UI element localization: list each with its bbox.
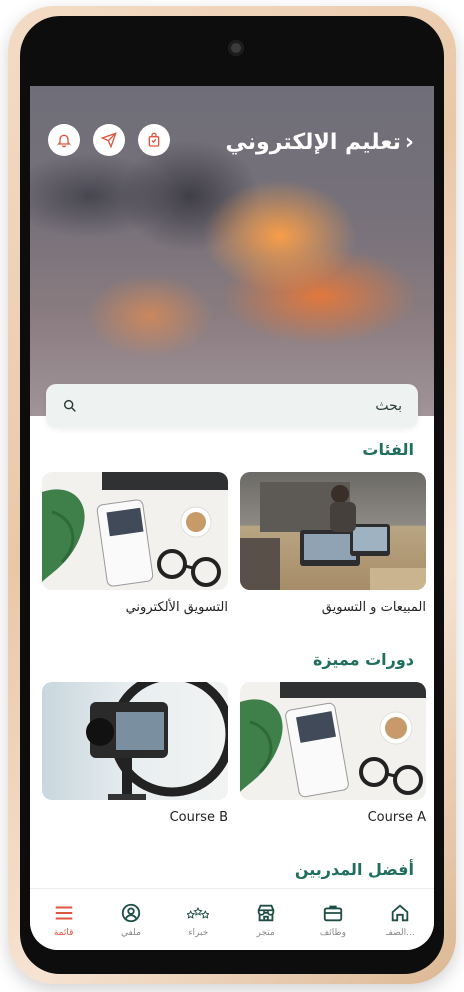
- nav-label-jobs: وظائف: [319, 927, 346, 938]
- course-image-a: [240, 682, 426, 800]
- search-placeholder: بحث: [375, 398, 402, 414]
- page-title-text: تعليم الإلكتروني: [225, 130, 401, 155]
- course-card-a[interactable]: Course A: [240, 682, 426, 825]
- nav-label-home: الصفـ...: [385, 927, 415, 938]
- app-screen: ‹ تعليم الإلكتروني بحث الفئات المبيعات و…: [30, 86, 434, 950]
- desk-illustration-a: [240, 682, 426, 798]
- featured-courses-title: دورات مميزة: [312, 650, 414, 669]
- search-icon[interactable]: [62, 398, 78, 414]
- nav-label-store: متجر: [256, 927, 275, 938]
- category-label-sales: المبيعات و التسويق: [321, 600, 426, 615]
- store-icon: [257, 904, 274, 921]
- nav-item-menu[interactable]: قائمة: [34, 902, 94, 938]
- nav-item-experts[interactable]: خبراء: [168, 902, 228, 938]
- top-trainers-title: أفضل المدربين: [294, 860, 414, 879]
- back-chevron-icon[interactable]: ‹: [405, 130, 414, 155]
- hero-banner: ‹ تعليم الإلكتروني: [30, 86, 434, 416]
- category-image-sales: [240, 472, 426, 590]
- bottom-navigation: الصفـ... وظائف متجر خبراء ملفي قائمة: [30, 888, 434, 950]
- category-label-digital-marketing: التسويق الألكتروني: [125, 600, 228, 615]
- category-image-digital-marketing: [42, 472, 228, 590]
- page-title[interactable]: ‹ تعليم الإلكتروني: [226, 130, 414, 155]
- profile-icon: [121, 903, 141, 922]
- nav-item-jobs[interactable]: وظائف: [303, 902, 363, 938]
- paper-plane-icon: [101, 132, 117, 148]
- nav-label-experts: خبراء: [188, 927, 209, 938]
- camera-illustration: [86, 682, 228, 800]
- search-bar[interactable]: بحث: [46, 384, 418, 428]
- briefcase-icon: [323, 905, 343, 921]
- categories-title: الفئات: [362, 440, 414, 459]
- desk-illustration: [42, 472, 228, 587]
- home-icon: [392, 903, 409, 921]
- category-card-digital-marketing[interactable]: التسويق الألكتروني: [42, 472, 228, 615]
- course-image-b: [42, 682, 228, 800]
- shopping-bag-icon: [148, 132, 160, 147]
- nav-item-home[interactable]: الصفـ...: [370, 902, 430, 938]
- nav-label-profile: ملفي: [121, 927, 141, 938]
- stars-icon: [187, 906, 210, 919]
- meeting-illustration: [240, 482, 426, 590]
- nav-label-menu: قائمة: [53, 927, 74, 938]
- menu-icon: [55, 905, 72, 920]
- bell-icon: [57, 134, 71, 148]
- header-actions: [48, 124, 170, 156]
- nav-item-store[interactable]: متجر: [236, 902, 296, 938]
- notification-button[interactable]: [48, 124, 80, 156]
- nav-item-profile[interactable]: ملفي: [101, 902, 161, 938]
- front-camera: [228, 40, 244, 56]
- course-card-b[interactable]: Course B: [42, 682, 228, 825]
- category-card-sales[interactable]: المبيعات و التسويق: [240, 472, 426, 615]
- course-label-b: Course B: [169, 810, 228, 825]
- course-label-a: Course A: [367, 810, 426, 825]
- send-button[interactable]: [93, 124, 125, 156]
- cart-button[interactable]: [138, 124, 170, 156]
